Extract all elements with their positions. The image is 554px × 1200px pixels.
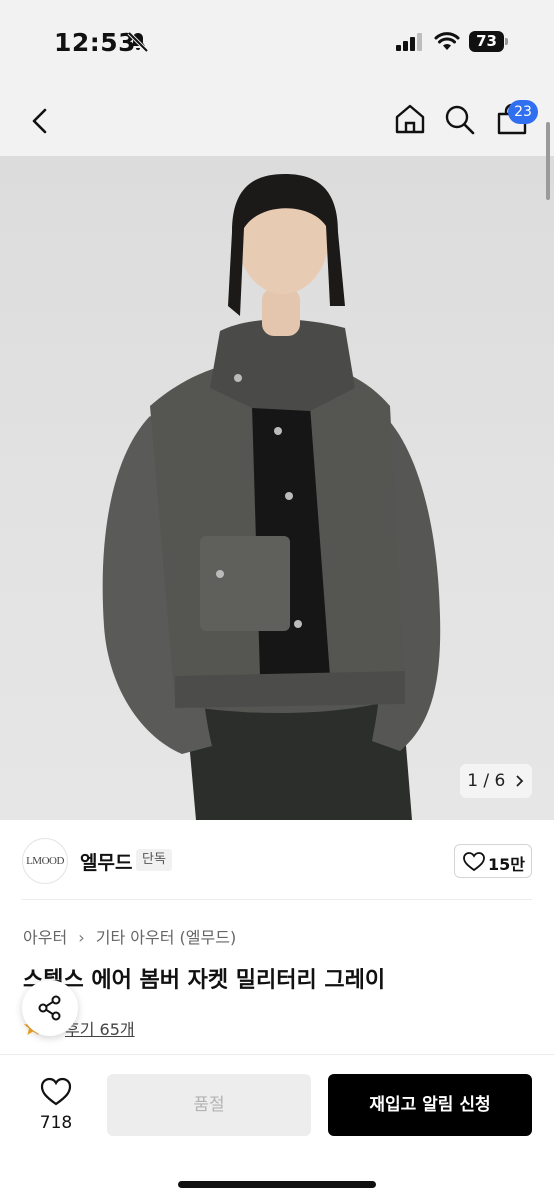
brand-like-count: 15만	[488, 855, 525, 874]
battery-tip	[505, 38, 508, 45]
heart-icon	[40, 1077, 72, 1106]
brand-like-button[interactable]: 15만	[454, 844, 532, 878]
brand-logo[interactable]: LMOOD	[22, 838, 68, 884]
soldout-button: 품절	[107, 1074, 311, 1136]
wishlist-count: 718	[39, 1113, 73, 1133]
wishlist-button[interactable]: 718	[24, 1073, 88, 1143]
search-icon[interactable]	[444, 102, 476, 136]
home-indicator[interactable]	[178, 1181, 376, 1188]
home-icon[interactable]	[394, 102, 426, 136]
page-scrollbar[interactable]	[546, 122, 550, 200]
battery-icon: 73	[469, 31, 509, 52]
brand-row: LMOOD 엘무드 단독 15만	[0, 820, 554, 900]
image-counter[interactable]: 1 / 6	[460, 764, 532, 798]
section-divider	[22, 899, 532, 900]
cart-count-badge: 23	[508, 100, 538, 124]
heart-icon	[463, 852, 485, 872]
exclusive-tag: 단독	[136, 849, 172, 871]
brand-name[interactable]: 엘무드	[80, 848, 132, 875]
status-time: 12:53	[54, 28, 137, 57]
battery-level: 73	[469, 31, 504, 52]
breadcrumb: 아우터 › 기타 아우터 (엘무드)	[23, 924, 236, 948]
product-title: 스텔스 에어 봄버 자켓 밀리터리 그레이	[23, 968, 386, 993]
wifi-icon	[434, 32, 460, 50]
share-icon	[38, 995, 61, 1021]
product-photo-model	[102, 174, 441, 820]
breadcrumb-item-category[interactable]: 아우터	[23, 924, 67, 948]
restock-alert-button[interactable]: 재입고 알림 신청	[328, 1074, 532, 1136]
breadcrumb-item-subcategory[interactable]: 기타 아우터 (엘무드)	[96, 924, 236, 948]
status-bar: 12:53 73	[0, 0, 554, 86]
product-image[interactable]	[0, 156, 554, 820]
top-nav	[0, 86, 554, 156]
signal-icon	[396, 33, 422, 51]
bell-off-icon	[127, 31, 149, 53]
share-button[interactable]	[22, 980, 78, 1036]
bottom-action-bar: 718 품절 재입고 알림 신청	[0, 1054, 554, 1200]
chevron-right-icon: ›	[78, 928, 85, 947]
back-icon[interactable]	[26, 104, 56, 138]
image-counter-label: 1 / 6	[467, 771, 506, 791]
chevron-right-icon	[516, 775, 524, 787]
